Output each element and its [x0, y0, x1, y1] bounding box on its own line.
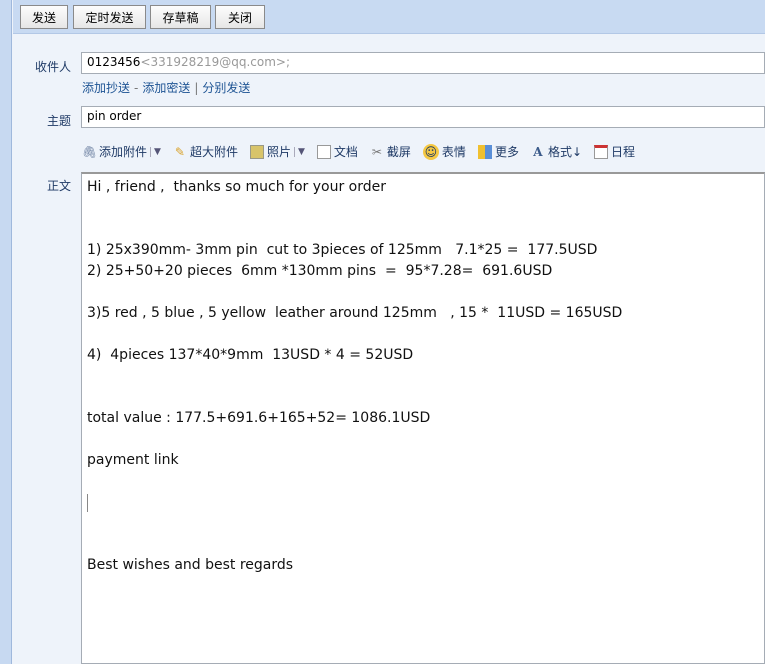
smiley-icon: ☺: [422, 143, 439, 160]
chevron-down-icon[interactable]: ▼: [150, 146, 161, 157]
big-attachment-button[interactable]: ✎ 超大附件: [173, 143, 238, 160]
close-button[interactable]: 关闭: [215, 5, 265, 29]
save-draft-button[interactable]: 存草稿: [150, 5, 211, 29]
format-icon: A: [533, 144, 543, 159]
body-line: 3)5 red , 5 blue , 5 yellow leather arou…: [87, 305, 623, 321]
tool-label: 添加附件: [99, 145, 148, 159]
separator: -: [134, 81, 139, 95]
recipient-name: 0123456: [87, 55, 141, 69]
left-edge-bar: [0, 0, 12, 664]
body-line: total value : 177.5+691.6+165+52= 1086.1…: [87, 410, 431, 426]
body-line: [87, 284, 759, 305]
body-line: [87, 515, 759, 536]
body-line: [87, 494, 759, 515]
calendar-button[interactable]: 日程: [594, 143, 635, 160]
recipient-links: 添加抄送 - 添加密送 | 分别发送: [82, 79, 250, 96]
paperclip-icon: 🖇: [82, 144, 98, 159]
big-attachment-icon: ✎: [174, 144, 185, 159]
format-button[interactable]: A 格式↓: [531, 143, 582, 160]
add-bcc-link[interactable]: 添加密送: [142, 81, 190, 95]
recipient-label: 收件人: [34, 60, 71, 74]
tool-label: 日程: [611, 145, 636, 159]
subject-value: pin order: [87, 109, 142, 123]
body-line: [87, 221, 759, 242]
tool-label: 更多: [494, 145, 519, 159]
body-label: 正文: [46, 179, 71, 193]
body-line: [87, 326, 759, 347]
tool-label: 超大附件: [189, 145, 238, 159]
separate-send-link[interactable]: 分别发送: [202, 81, 250, 95]
tool-label: 格式↓: [547, 145, 583, 159]
document-button[interactable]: 文档: [316, 143, 358, 160]
body-line: [87, 473, 759, 494]
tool-label: 表情: [441, 145, 466, 159]
chevron-down-icon[interactable]: ▼: [293, 146, 305, 157]
emoji-button[interactable]: ☺ 表情: [422, 143, 466, 160]
body-line: payment link: [87, 452, 179, 468]
photo-icon: [249, 144, 264, 159]
screenshot-icon: ✂: [371, 144, 382, 159]
message-body-editor[interactable]: Hi , friend , thanks so much for your or…: [81, 172, 765, 664]
more-icon: [477, 144, 492, 159]
screenshot-button[interactable]: ✂ 截屏: [370, 143, 411, 160]
more-button[interactable]: 更多: [477, 143, 519, 160]
add-attachment-button[interactable]: 🖇 添加附件 ▼: [82, 143, 161, 160]
subject-input[interactable]: pin order: [81, 106, 765, 128]
body-line: 4) 4pieces 137*40*9mm 13USD * 4 = 52USD: [87, 347, 414, 363]
body-line: Best wishes and best regards: [87, 557, 294, 573]
body-line: Hi , friend , thanks so much for your or…: [87, 179, 386, 195]
tool-label: 文档: [333, 145, 358, 159]
photo-button[interactable]: 照片 ▼: [249, 143, 305, 160]
body-line: [87, 389, 759, 410]
body-line: 2) 25+50+20 pieces 6mm *130mm pins = 95*…: [87, 263, 553, 279]
body-line: [87, 368, 759, 389]
body-line: 1) 25x390mm- 3mm pin cut to 3pieces of 1…: [87, 242, 598, 258]
body-line: [87, 200, 759, 221]
editor-toolbar: 🖇 添加附件 ▼ ✎ 超大附件 照片 ▼ 文档 ✂ 截屏 ☺ 表情 更多 A 格式↓ 日程: [82, 143, 647, 160]
document-icon: [316, 144, 331, 159]
text-caret: [87, 494, 88, 512]
body-line: [87, 431, 759, 452]
recipient-email: <331928219@qq.com>;: [140, 55, 290, 69]
send-button[interactable]: 发送: [20, 5, 68, 29]
calendar-icon: [594, 144, 609, 159]
scheduled-send-button[interactable]: 定时发送: [73, 5, 146, 29]
separator: |: [194, 81, 199, 95]
recipient-input[interactable]: 0123456<331928219@qq.com>;: [81, 52, 765, 74]
tool-label: 截屏: [386, 145, 411, 159]
body-line: [87, 536, 759, 557]
subject-label: 主题: [46, 114, 71, 128]
add-cc-link[interactable]: 添加抄送: [82, 81, 130, 95]
tool-label: 照片: [266, 145, 291, 159]
